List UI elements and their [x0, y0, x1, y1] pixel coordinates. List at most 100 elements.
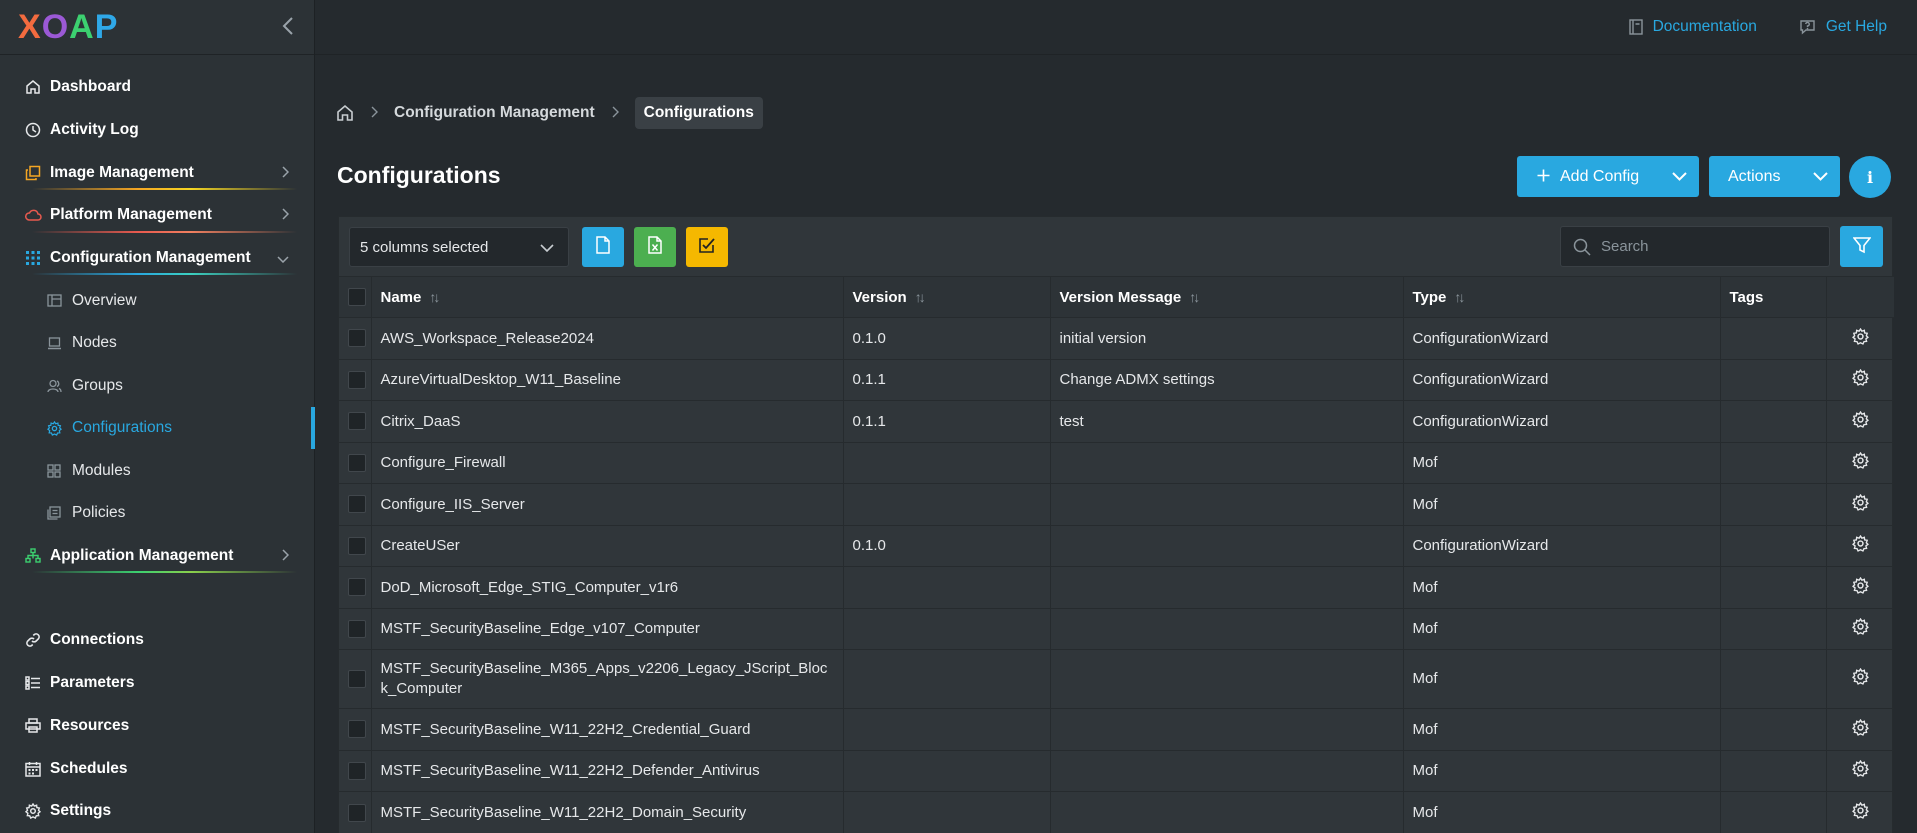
- breadcrumb-configuration-management[interactable]: Configuration Management: [394, 104, 595, 122]
- table-row[interactable]: AWS_Workspace_Release2024 0.1.0 initial …: [339, 317, 1894, 359]
- row-checkbox[interactable]: [348, 761, 366, 780]
- row-checkbox[interactable]: [348, 370, 366, 389]
- calendar-icon: [24, 760, 42, 778]
- select-all-checkbox[interactable]: [348, 288, 366, 307]
- sidebar-subitem-label: Configurations: [72, 419, 172, 437]
- row-checkbox[interactable]: [348, 803, 366, 822]
- row-settings-gear-icon[interactable]: [1851, 535, 1869, 553]
- cell-tags: [1720, 483, 1827, 525]
- export-document-button[interactable]: [582, 227, 624, 267]
- search-input[interactable]: [1601, 238, 1801, 255]
- document-icon: [596, 236, 610, 258]
- row-checkbox[interactable]: [348, 329, 366, 348]
- row-settings-gear-icon[interactable]: [1851, 667, 1869, 685]
- table-row[interactable]: AzureVirtualDesktop_W11_Baseline 0.1.1 C…: [339, 358, 1894, 401]
- chevron-down-icon[interactable]: [1800, 156, 1840, 197]
- row-settings-gear-icon[interactable]: [1851, 369, 1869, 387]
- sidebar-item-label: Platform Management: [50, 206, 212, 224]
- cell-version-message: test: [1050, 400, 1404, 442]
- table-row[interactable]: MSTF_SecurityBaseline_W11_22H2_Credentia…: [339, 708, 1894, 750]
- sidebar-item-image-management[interactable]: Image Management: [6, 151, 309, 194]
- home-icon[interactable]: [336, 104, 354, 122]
- sidebar-subitem-modules[interactable]: Modules: [6, 449, 309, 492]
- sidebar-subitem-overview[interactable]: Overview: [6, 279, 309, 322]
- sort-icon[interactable]: ↑↓: [1189, 289, 1200, 305]
- sidebar-item-connections[interactable]: Connections: [6, 619, 309, 662]
- home-icon: [24, 78, 42, 96]
- collapse-sidebar-icon[interactable]: [282, 14, 294, 40]
- row-settings-gear-icon[interactable]: [1851, 576, 1869, 594]
- documentation-link[interactable]: Documentation: [1628, 18, 1757, 36]
- sidebar-item-dashboard[interactable]: Dashboard: [6, 66, 309, 109]
- row-checkbox[interactable]: [348, 536, 366, 555]
- sidebar-item-platform-management[interactable]: Platform Management: [6, 194, 309, 237]
- table-body: AWS_Workspace_Release2024 0.1.0 initial …: [339, 317, 1894, 833]
- sidebar-subitem-nodes[interactable]: Nodes: [6, 322, 309, 365]
- row-checkbox[interactable]: [348, 720, 366, 739]
- column-header-type[interactable]: Type ↑↓: [1403, 276, 1721, 318]
- row-checkbox[interactable]: [348, 578, 366, 597]
- sort-icon[interactable]: ↑↓: [915, 289, 926, 305]
- row-settings-gear-icon[interactable]: [1851, 327, 1869, 345]
- sort-icon[interactable]: ↑↓: [1454, 289, 1465, 305]
- sidebar-item-configuration-management[interactable]: Configuration Management: [6, 237, 309, 280]
- sort-icon[interactable]: ↑↓: [429, 289, 440, 305]
- row-checkbox[interactable]: [348, 495, 366, 514]
- column-header-name[interactable]: Name ↑↓: [371, 276, 844, 318]
- sidebar-item-resources[interactable]: Resources: [6, 705, 309, 748]
- columns-select-value: 5 columns selected: [360, 238, 489, 256]
- row-checkbox[interactable]: [348, 619, 366, 638]
- info-button[interactable]: i: [1849, 156, 1891, 198]
- table-row[interactable]: MSTF_SecurityBaseline_Edge_v107_Computer…: [339, 607, 1894, 650]
- export-excel-button[interactable]: [634, 227, 676, 267]
- filter-button[interactable]: [1840, 226, 1883, 267]
- row-checkbox[interactable]: [348, 412, 366, 431]
- grid-icon: [24, 249, 42, 267]
- columns-select[interactable]: 5 columns selected: [349, 227, 569, 267]
- column-header-version[interactable]: Version ↑↓: [843, 276, 1051, 318]
- table-row[interactable]: Configure_IIS_Server Mof: [339, 483, 1894, 525]
- cell-version: [843, 708, 1051, 750]
- sidebar-item-parameters[interactable]: Parameters: [6, 662, 309, 705]
- table-row[interactable]: MSTF_SecurityBaseline_W11_22H2_Domain_Se…: [339, 791, 1894, 833]
- sidebar-subitem-groups[interactable]: Groups: [6, 364, 309, 407]
- row-settings-gear-icon[interactable]: [1851, 802, 1869, 819]
- configuration-management-underline: [32, 273, 297, 276]
- sidebar-subitem-policies[interactable]: Policies: [6, 492, 309, 535]
- row-settings-gear-icon[interactable]: [1851, 493, 1869, 511]
- table-row[interactable]: MSTF_SecurityBaseline_W11_22H2_Defender_…: [339, 749, 1894, 792]
- table-row[interactable]: Citrix_DaaS 0.1.1 test ConfigurationWiza…: [339, 400, 1894, 442]
- table-row[interactable]: DoD_Microsoft_Edge_STIG_Computer_v1r6 Mo…: [339, 566, 1894, 608]
- cell-type: Mof: [1403, 649, 1721, 709]
- configurations-table-card: 5 columns selected Search Name ↑↓ Versio…: [338, 216, 1894, 833]
- table-row[interactable]: MSTF_SecurityBaseline_M365_Apps_v2206_Le…: [339, 649, 1894, 709]
- row-settings-gear-icon[interactable]: [1851, 410, 1869, 428]
- sidebar-item-schedules[interactable]: Schedules: [6, 747, 309, 790]
- documentation-label: Documentation: [1652, 18, 1757, 35]
- get-help-link[interactable]: Get Help: [1799, 18, 1887, 36]
- sidebar-subitem-label: Policies: [72, 504, 126, 522]
- column-header-version-message[interactable]: Version Message ↑↓: [1050, 276, 1404, 318]
- sidebar-subitem-configurations[interactable]: Configurations: [6, 406, 315, 450]
- xoap-logo[interactable]: X O A P: [18, 8, 118, 47]
- row-checkbox[interactable]: [348, 453, 366, 472]
- table-row[interactable]: CreateUSer 0.1.0 ConfigurationWizard: [339, 524, 1894, 567]
- chevron-right-icon: [611, 105, 619, 121]
- bulk-select-button[interactable]: [686, 227, 728, 267]
- sidebar-item-activity-log[interactable]: Activity Log: [6, 109, 309, 152]
- chevron-down-icon[interactable]: [1659, 156, 1699, 197]
- row-checkbox[interactable]: [348, 670, 366, 689]
- cell-version: [843, 791, 1051, 833]
- row-settings-gear-icon[interactable]: [1851, 718, 1869, 736]
- cell-tags: [1720, 708, 1827, 750]
- row-settings-gear-icon[interactable]: [1851, 452, 1869, 470]
- add-config-button[interactable]: Add Config: [1517, 156, 1699, 197]
- sidebar-item-application-management[interactable]: Application Management: [6, 534, 309, 577]
- table-row[interactable]: Configure_Firewall Mof: [339, 441, 1894, 484]
- actions-button[interactable]: Actions: [1709, 156, 1840, 197]
- row-settings-gear-icon[interactable]: [1851, 618, 1869, 636]
- link-icon: [24, 631, 42, 649]
- row-settings-gear-icon[interactable]: [1851, 760, 1869, 778]
- help-icon: [1799, 19, 1816, 35]
- sidebar-item-settings[interactable]: Settings: [6, 790, 309, 833]
